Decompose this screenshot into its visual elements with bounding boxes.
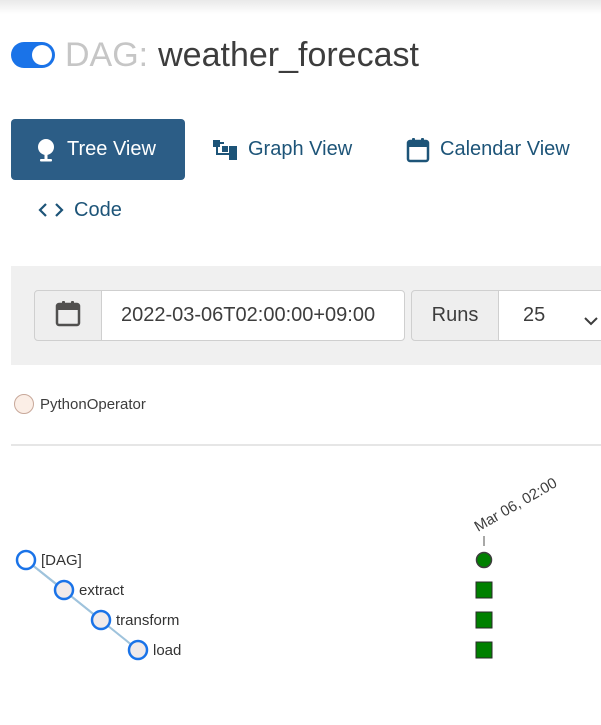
runs-select[interactable]: 25	[498, 290, 601, 341]
graph-icon	[212, 139, 238, 161]
tree-view: Mar 06, 02:00 [DAG] extract transform lo…	[0, 460, 601, 705]
tab-code[interactable]: Code	[38, 192, 122, 228]
code-icon	[38, 202, 64, 218]
tree-icon	[35, 138, 57, 162]
tab-graph-view[interactable]: Graph View	[212, 119, 352, 180]
tree-link	[25, 559, 139, 651]
dag-pause-toggle[interactable]	[11, 42, 55, 68]
node-label: [DAG]	[41, 552, 82, 569]
node-label: extract	[79, 582, 125, 599]
node-circle	[53, 579, 75, 601]
node-label: transform	[116, 612, 179, 629]
divider	[11, 444, 601, 446]
chevron-down-icon	[584, 309, 598, 332]
date-picker-button[interactable]	[34, 290, 102, 341]
top-navbar-shadow	[0, 0, 601, 14]
base-date-input[interactable]	[101, 290, 405, 341]
tab-tree-view-label: Tree View	[67, 138, 156, 160]
tree-node-transform[interactable]: transform	[90, 609, 179, 631]
filter-bar: Runs 25	[11, 266, 601, 365]
node-circle	[90, 609, 112, 631]
runs-label: Runs	[411, 290, 499, 341]
tab-calendar-view-label: Calendar View	[440, 138, 570, 160]
dag-header: DAG: weather_forecast	[11, 33, 419, 77]
tab-calendar-view[interactable]: Calendar View	[406, 119, 570, 180]
task-instance-status[interactable]	[475, 581, 493, 599]
tree-node-extract[interactable]: extract	[53, 579, 125, 601]
node-label: load	[153, 642, 181, 659]
tab-code-label: Code	[74, 198, 122, 221]
tree-node-dag[interactable]: [DAG]	[15, 549, 82, 571]
node-circle	[15, 549, 37, 571]
tab-tree-view[interactable]: Tree View	[11, 119, 185, 180]
dag-title[interactable]: weather_forecast	[158, 36, 419, 75]
dag-run-status[interactable]	[475, 551, 493, 569]
dag-title-prefix: DAG:	[65, 35, 149, 74]
run-date-label[interactable]: Mar 06, 02:00	[472, 474, 561, 535]
operator-color-swatch	[14, 394, 34, 414]
tab-graph-view-label: Graph View	[248, 138, 353, 160]
operator-legend: PythonOperator	[14, 394, 146, 414]
calendar-icon	[406, 137, 430, 163]
runs-select-value: 25	[523, 304, 546, 326]
toggle-knob	[32, 45, 52, 65]
task-instance-status[interactable]	[475, 641, 493, 659]
task-instance-status[interactable]	[475, 611, 493, 629]
tree-node-load[interactable]: load	[127, 639, 181, 661]
operator-legend-label: PythonOperator	[40, 395, 146, 413]
node-circle	[127, 639, 149, 661]
calendar-icon	[55, 299, 81, 332]
